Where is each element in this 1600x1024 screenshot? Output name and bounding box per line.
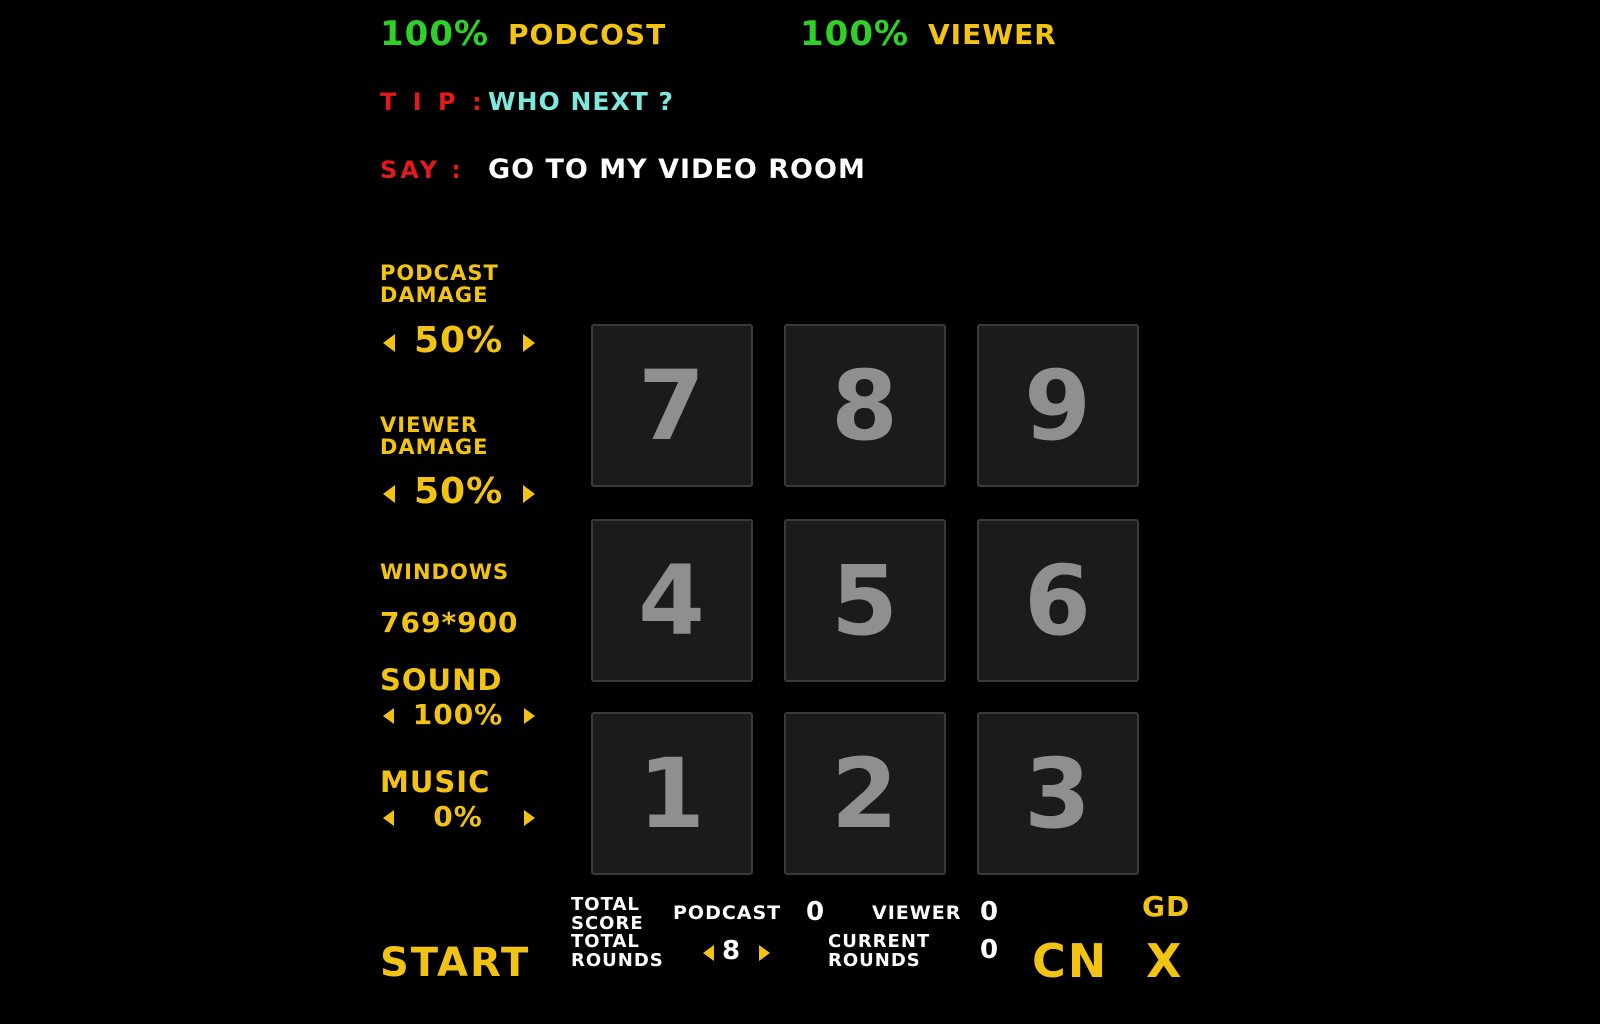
start-button[interactable]: START [380, 940, 530, 986]
total-rounds-value: 8 [722, 936, 742, 966]
keypad-key-7[interactable]: 7 [591, 324, 753, 487]
music-label: MUSIC [380, 765, 491, 799]
podcast-damage-increase-arrow[interactable] [523, 334, 535, 352]
total-rounds-decrease-arrow[interactable] [703, 945, 714, 961]
say-label: SAY : [380, 156, 464, 184]
sound-decrease-arrow[interactable] [383, 708, 394, 724]
total-rounds-increase-arrow[interactable] [759, 945, 770, 961]
current-rounds-label-line1: CURRENT [828, 931, 931, 952]
viewer-damage-label-line2: DAMAGE [380, 435, 489, 459]
viewer-damage-decrease-arrow[interactable] [383, 485, 395, 503]
keypad-key-4[interactable]: 4 [591, 519, 753, 682]
keypad-key-5[interactable]: 5 [784, 519, 946, 682]
viewer-score-label: VIEWER [872, 902, 962, 924]
sound-value: 100% [412, 698, 504, 731]
podcast-damage-label: PODCAST DAMAGE [380, 262, 499, 306]
current-rounds-label-line2: ROUNDS [828, 950, 921, 971]
total-rounds-label-line2: ROUNDS [571, 950, 664, 971]
keypad-key-8[interactable]: 8 [784, 324, 946, 487]
podcast-damage-label-line2: DAMAGE [380, 283, 489, 307]
viewer-damage-label-line1: VIEWER [380, 413, 479, 437]
music-decrease-arrow[interactable] [383, 810, 394, 826]
viewer-damage-label: VIEWER DAMAGE [380, 414, 488, 458]
total-score-label-line1: TOTAL [571, 894, 640, 915]
podcast-damage-label-line1: PODCAST [380, 261, 499, 285]
podcast-health-value: 100% [380, 14, 490, 54]
viewer-health-label: VIEWER [928, 18, 1057, 51]
gd-button[interactable]: GD [1142, 890, 1190, 923]
windows-resolution[interactable]: 769*900 [380, 606, 519, 639]
keypad-key-9[interactable]: 9 [977, 324, 1139, 487]
podcast-health-label: PODCOST [508, 18, 667, 51]
podcast-score-label: PODCAST [673, 902, 782, 924]
podcast-score-value: 0 [806, 897, 826, 927]
keypad-key-2[interactable]: 2 [784, 712, 946, 875]
total-rounds-label-line1: TOTAL [571, 931, 640, 952]
keypad-key-6[interactable]: 6 [977, 519, 1139, 682]
tip-text: WHO NEXT ? [488, 87, 674, 116]
keypad-key-3[interactable]: 3 [977, 712, 1139, 875]
say-text: GO TO MY VIDEO ROOM [488, 154, 866, 185]
music-increase-arrow[interactable] [524, 810, 535, 826]
sound-increase-arrow[interactable] [524, 708, 535, 724]
podcast-damage-value: 50% [414, 320, 504, 361]
close-button[interactable]: X [1146, 934, 1182, 988]
current-rounds-label: CURRENT ROUNDS [828, 932, 930, 970]
total-rounds-label: TOTAL ROUNDS [571, 932, 664, 970]
viewer-damage-increase-arrow[interactable] [523, 485, 535, 503]
viewer-score-value: 0 [980, 897, 1000, 927]
viewer-health-value: 100% [800, 14, 910, 54]
sound-label: SOUND [380, 663, 503, 697]
current-rounds-value: 0 [980, 935, 1000, 965]
viewer-damage-value: 50% [414, 471, 504, 512]
tip-label: T I P : [380, 88, 486, 116]
windows-label: WINDOWS [380, 560, 510, 584]
cn-language-button[interactable]: CN [1032, 934, 1108, 988]
music-value: 0% [433, 800, 483, 833]
total-score-label: TOTAL SCORE [571, 895, 644, 933]
podcast-damage-decrease-arrow[interactable] [383, 334, 395, 352]
keypad-key-1[interactable]: 1 [591, 712, 753, 875]
